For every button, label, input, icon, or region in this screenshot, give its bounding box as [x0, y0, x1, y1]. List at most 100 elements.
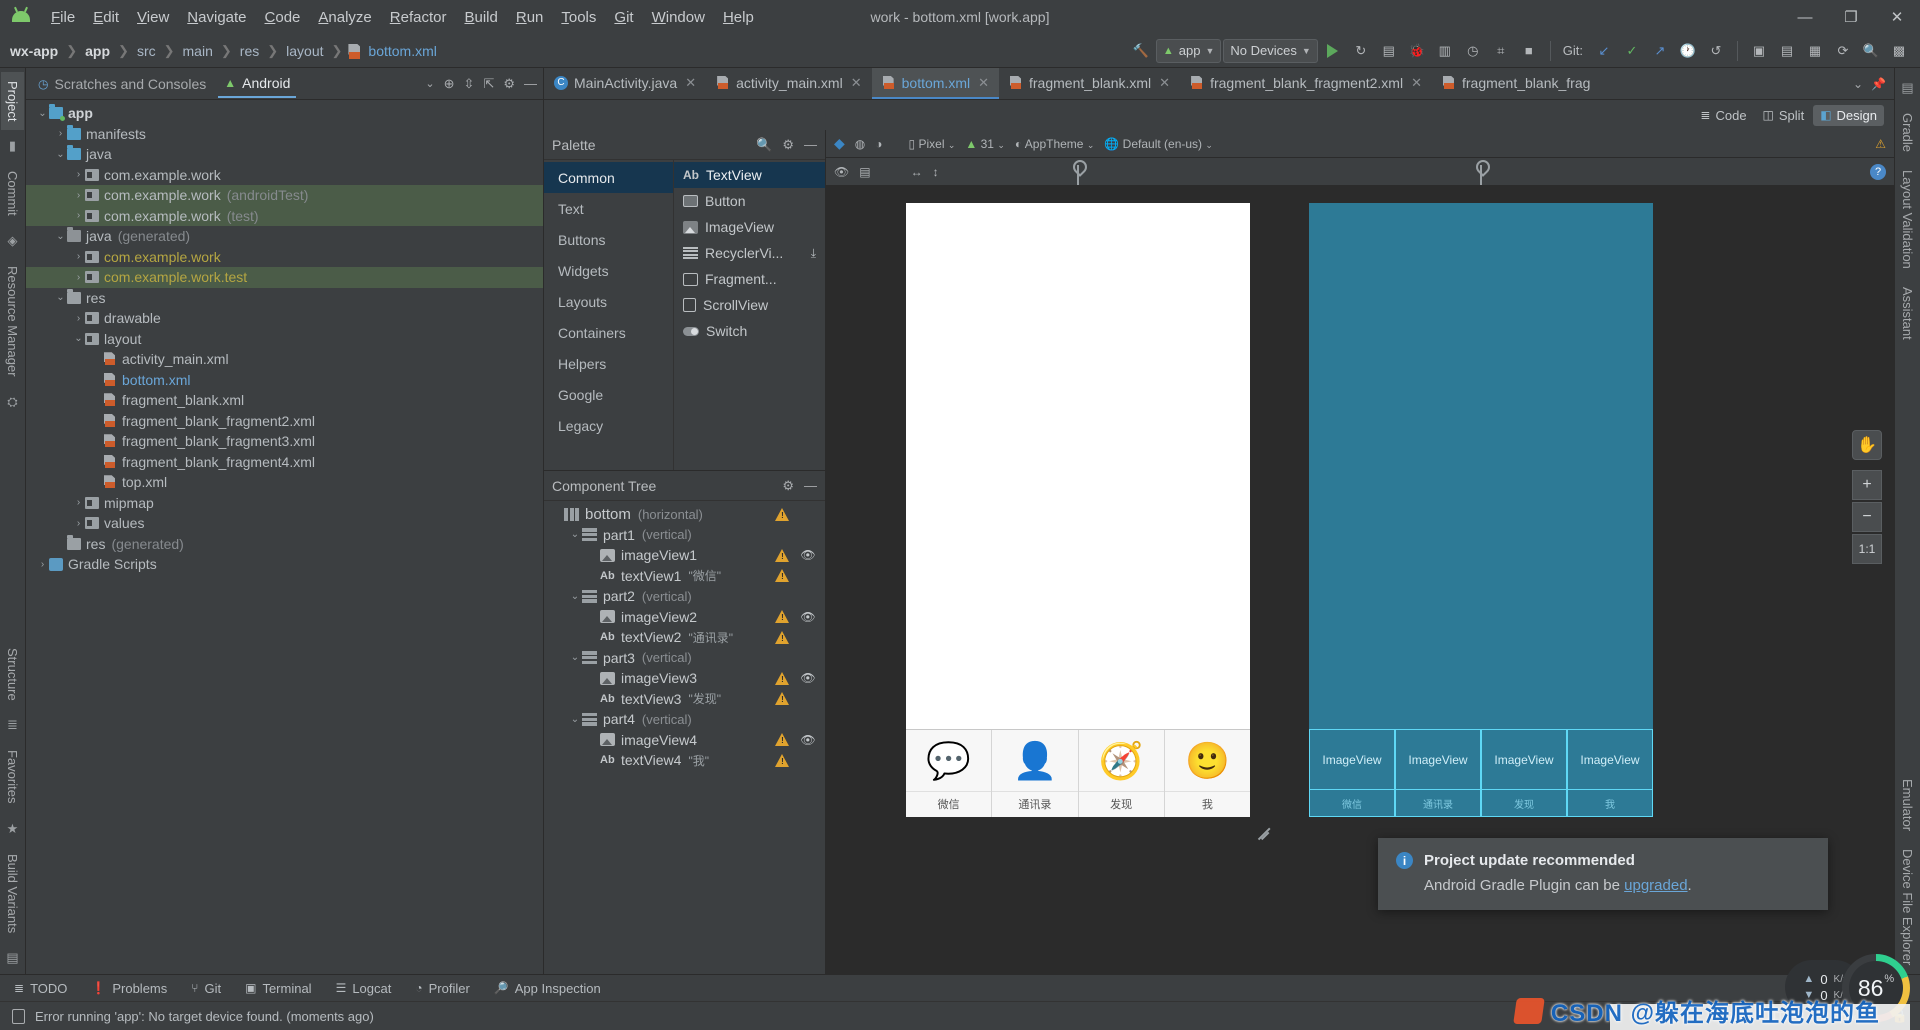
close-button[interactable]: ✕ [1874, 0, 1920, 34]
orientation-icon[interactable]: ◍ [855, 137, 865, 151]
expand-all-icon[interactable]: ⇳ [464, 76, 475, 92]
warning-icon[interactable] [775, 507, 790, 521]
breadcrumb-item[interactable]: res [238, 43, 261, 59]
rendered-preview[interactable]: 💬 微信 👤 通讯录 🧭 发现 🙂 我 [906, 165, 1250, 817]
tree-node[interactable]: › Gradle Scripts [26, 554, 543, 575]
tree-node[interactable]: activity_main.xml [26, 349, 543, 370]
blueprint-cell[interactable]: ImageView 通讯录 [1395, 729, 1481, 817]
tree-node[interactable]: fragment_blank_fragment4.xml [26, 452, 543, 473]
chevron-down-icon[interactable]: ⌄ [1853, 77, 1863, 91]
minimize-button[interactable]: — [1782, 0, 1828, 34]
attach-debugger-icon[interactable]: ▥ [1432, 39, 1458, 63]
zoom-level-button[interactable]: 1:1 [1852, 534, 1882, 564]
component-tree-row[interactable]: ⌄part3(vertical). [544, 648, 825, 669]
palette-item[interactable]: ImageView [674, 214, 825, 240]
sidebar-tab-assistant[interactable]: Assistant [1896, 278, 1919, 349]
search-icon[interactable]: 🔍 [756, 137, 772, 153]
design-surface[interactable]: ◆ ◍ ◑ ▯ Pixel ⌄ ▲ 31 ⌄ ◐ AppTheme ⌄ 🌐 De… [826, 130, 1894, 974]
tree-expander[interactable]: › [72, 313, 85, 324]
tab-android[interactable]: ▲ Android [218, 70, 297, 98]
breadcrumb-item[interactable]: app [83, 43, 112, 59]
tree-node[interactable]: top.xml [26, 472, 543, 493]
menu-view[interactable]: View [128, 6, 178, 29]
view-mode-code[interactable]: ≣ Code [1693, 105, 1753, 126]
palette-items[interactable]: Ab TextView Button ImageView RecyclerVi... ⤓ F… [674, 160, 825, 470]
pin-tab-icon[interactable]: 📌 [1871, 77, 1886, 91]
palette-item[interactable]: Switch [674, 318, 825, 344]
palette-category-common[interactable]: Common [544, 162, 673, 193]
close-tab-icon[interactable]: ✕ [978, 75, 989, 91]
breadcrumb[interactable]: wx-app ❯ app ❯ src ❯ main ❯ res ❯ layout ❯ bottom.xm… [8, 43, 439, 59]
menu-git[interactable]: Git [605, 6, 642, 29]
tree-node[interactable]: › values [26, 513, 543, 534]
tree-node[interactable]: ⌄ java [26, 144, 543, 165]
component-tree-row[interactable]: AbtextView2"通讯录". [544, 627, 825, 648]
editor-tabs[interactable]: C MainActivity.java ✕ activity_main.xml ✕ bot… [544, 68, 1894, 100]
breadcrumb-item[interactable]: layout [284, 43, 325, 59]
component-tree-row[interactable]: ⌄part2(vertical). [544, 586, 825, 607]
component-tree-row[interactable]: AbtextView3"发现". [544, 689, 825, 710]
avd-manager-icon[interactable]: ▣ [1746, 39, 1772, 63]
locale-selector[interactable]: 🌐 Default (en-us) ⌄ [1104, 137, 1213, 151]
git-history-icon[interactable]: 🕐 [1675, 39, 1701, 63]
tree-node[interactable]: res (generated) [26, 534, 543, 555]
warning-icon[interactable] [775, 733, 790, 747]
editor-tab[interactable]: bottom.xml ✕ [871, 68, 999, 99]
component-tree-row[interactable]: AbtextView1"微信". [544, 566, 825, 587]
view-mode-design[interactable]: ◧ Design [1813, 104, 1884, 126]
night-mode-icon[interactable]: ◑ [875, 137, 882, 151]
tree-node[interactable]: ⌄ java (generated) [26, 226, 543, 247]
tree-expander[interactable]: › [72, 169, 85, 180]
close-tab-icon[interactable]: ✕ [685, 75, 696, 91]
menu-code[interactable]: Code [256, 6, 310, 29]
menu-navigate[interactable]: Navigate [178, 6, 255, 29]
warning-icon[interactable] [775, 753, 790, 767]
palette-category-google[interactable]: Google [544, 379, 673, 410]
bottom-tab-problems[interactable]: ❗ Problems [91, 981, 167, 996]
project-tree[interactable]: ⌄ app › manifests ⌄ java › com.example.work › com… [26, 100, 543, 974]
tree-expander[interactable]: ⌄ [54, 231, 67, 242]
bookmarks-icon[interactable]: ▮ [9, 138, 16, 154]
tree-expander[interactable]: › [54, 128, 67, 139]
menu-window[interactable]: Window [643, 6, 714, 29]
notification-popup[interactable]: i Project update recommended Android Gra… [1378, 838, 1828, 910]
warning-icon[interactable] [775, 569, 790, 583]
tree-expander[interactable]: ⌄ [36, 108, 49, 119]
gear-icon[interactable]: ⚙ [503, 76, 515, 92]
chevron-down-icon[interactable]: ⌄ [425, 77, 434, 90]
editor-tab[interactable]: C MainActivity.java ✕ [544, 68, 706, 99]
bottom-tab-todo[interactable]: ≣ TODO [14, 981, 67, 996]
search-everywhere-icon[interactable]: 🔍 [1858, 39, 1884, 63]
settings-icon[interactable]: ▩ [1886, 39, 1912, 63]
component-tree-row[interactable]: ⌄part1(vertical). [544, 525, 825, 546]
bottom-tab-profiler[interactable]: ◔ Profiler [415, 981, 469, 996]
palette-item[interactable]: RecyclerVi... ⤓ [674, 240, 825, 266]
stop-icon[interactable]: ■ [1516, 39, 1542, 63]
apply-changes-icon[interactable]: ▤ [1376, 39, 1402, 63]
star-icon[interactable]: ★ [7, 821, 19, 837]
palette-category-buttons[interactable]: Buttons [544, 224, 673, 255]
warning-icon[interactable] [775, 610, 790, 624]
layers-icon[interactable]: ◆ [834, 135, 845, 152]
tree-node[interactable]: › drawable [26, 308, 543, 329]
zoom-out-button[interactable]: − [1852, 502, 1882, 532]
tree-node[interactable]: › com.example.work (test) [26, 205, 543, 226]
sidebar-tab-resource-manager[interactable]: Resource Manager [1, 257, 24, 386]
warning-icon[interactable] [775, 630, 790, 644]
sidebar-tab-gradle[interactable]: Gradle [1896, 104, 1919, 161]
menu-tools[interactable]: Tools [552, 6, 605, 29]
nav-cell[interactable]: 👤 通讯录 [992, 730, 1079, 817]
sidebar-tab-structure[interactable]: Structure [1, 639, 24, 710]
pan-hand-icon[interactable]: ✋ [1852, 430, 1882, 460]
upgrade-link[interactable]: upgraded [1624, 877, 1687, 894]
component-tree-row[interactable]: imageView2 👁 [544, 607, 825, 628]
tree-node[interactable]: › mipmap [26, 493, 543, 514]
resize-handle[interactable] [1256, 825, 1272, 841]
device-manager-icon[interactable]: ▦ [1802, 39, 1828, 63]
sidebar-tab-commit[interactable]: Commit [1, 162, 24, 225]
tree-node[interactable]: › com.example.work [26, 165, 543, 186]
palette-category-containers[interactable]: Containers [544, 317, 673, 348]
component-tree-row[interactable]: imageView4 👁 [544, 730, 825, 751]
warning-icon[interactable] [775, 548, 790, 562]
breadcrumb-file[interactable]: bottom.xml [348, 43, 438, 59]
